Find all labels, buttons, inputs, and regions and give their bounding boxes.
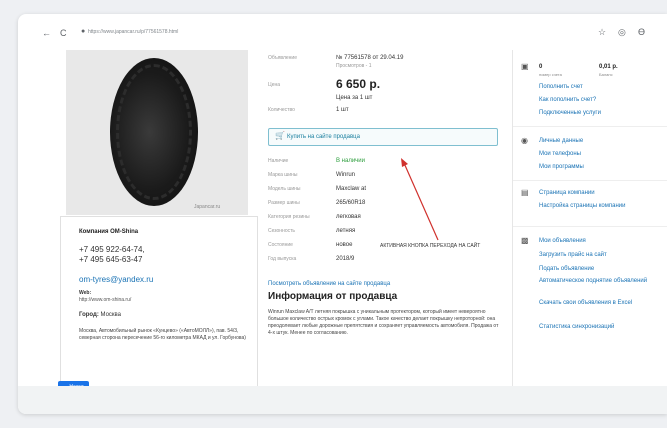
city-label: Город: [79,312,99,318]
sidebar-link[interactable]: Подключенные услуги [539,110,601,116]
field-value: летняя [336,228,356,234]
annotation-text: АКТИВНАЯ КНОПКА ПЕРЕХОДА НА САЙТ [380,243,481,249]
balance-label: Баланс [599,72,613,77]
seller-info-title: Информация от продавца [268,291,398,302]
field-label: Категория резины [268,214,310,220]
price-label: Цена [268,82,281,88]
field-label: Размер шины [268,200,300,206]
account-sidebar: ▣ 0 номер счета 0,01 р. Баланс Пополнить… [512,50,667,386]
account-number: 0 [539,64,543,70]
field-value: новое [336,242,353,248]
field-label: Модель шины [268,186,301,192]
web-label: Web: [79,290,92,296]
field-value: 2018/9 [336,256,355,262]
sidebar-link[interactable]: Пополнить счет [539,84,583,90]
city-value: Москва [100,312,121,318]
back-icon[interactable]: ← [42,28,51,38]
field-value: 265/60R18 [336,200,366,206]
view-on-seller-site-link[interactable]: Посмотреть объявление на сайте продавца [268,281,390,287]
field-value: В наличии [336,158,366,164]
seller-info-text: Winrun Maxclaw A/T летняя покрышка с уни… [268,309,499,336]
company-address: Москва, Автомобильный рынок «Кунцево» («… [79,328,246,341]
product-photo[interactable]: Japancar.ru [66,50,248,215]
field-value: Maxclaw at [336,186,367,192]
price-value: 6 650 р. [336,77,381,91]
listing-number: № 77561578 от 29.04.19 [336,55,404,61]
sidebar-link[interactable]: Загрузить прайс на сайт [539,252,607,258]
sidebar-link[interactable]: Мои программы [539,164,584,170]
star-icon[interactable]: ☆ [598,27,606,38]
field-label: Сезонность [268,228,295,234]
sidebar-link[interactable]: Подать объявление [539,266,594,272]
company-card: Компания OM-Shina +7 495 922-64-74, +7 4… [60,216,258,388]
account-number-label: номер счета [539,72,562,77]
sidebar-link[interactable]: Личные данные [539,138,583,144]
extension-icon[interactable]: ◎ [618,27,626,38]
sidebar-link[interactable]: Скачать свои объявления в Excel [539,300,649,307]
sidebar-link[interactable]: Мои телефоны [539,151,581,157]
phone-1[interactable]: +7 495 922-64-74, [79,245,145,254]
photo-watermark: Japancar.ru [194,204,221,210]
phone-2[interactable]: +7 495 645-63-47 [79,255,142,264]
page-content: Japancar.ru Компания OM-Shina +7 495 922… [18,50,667,393]
sidebar-link[interactable]: Мои объявления [539,238,586,244]
browser-toolbar: ← C ● https://www.japancar.ru/p/77561578… [18,14,667,50]
company-page-icon: ▤ [521,188,529,197]
tire-tread [116,64,192,200]
price-note: Цена за 1 шт [336,95,373,101]
profile-icon[interactable]: ϴ [638,27,645,37]
sidebar-link[interactable]: Страница компании [539,190,595,196]
browser-window: ← C ● https://www.japancar.ru/p/77561578… [18,14,667,414]
city-line: Город: Москва [79,312,121,318]
field-label: Год выпуска [268,256,297,262]
sidebar-link[interactable]: Как пополнить счет? [539,97,596,103]
company-email[interactable]: om-tyres@yandex.ru [79,275,153,284]
field-value: легковая [336,214,361,220]
buy-button-label: Купить на сайте продавца [287,134,360,140]
company-title: Компания OM-Shina [79,229,139,235]
ads-icon: ▩ [521,236,529,245]
address-bar[interactable]: https://www.japancar.ru/p/77561578.html [88,29,178,35]
field-value: Winrun [336,172,356,178]
sidebar-link[interactable]: Статистика синхронизаций [539,324,649,331]
cart-icon: 🛒 [275,131,285,140]
web-link[interactable]: http://www.om-shina.ru/ [79,297,131,303]
balance-value: 0,01 р. [599,64,618,70]
views-count: Просмотров - 1 [336,63,372,69]
listing-label: Объявление [268,55,297,61]
sidebar-link[interactable]: Настройка страницы компании [539,203,659,210]
sidebar-divider [513,226,667,227]
window-bottom-area [18,386,667,414]
sidebar-divider [513,126,667,127]
qty-label: Количество [268,107,295,113]
field-label: Наличие [268,158,289,164]
wallet-icon: ▣ [521,62,529,71]
lock-icon: ● [81,28,86,35]
field-label: Марка шины [268,172,298,178]
qty-value: 1 шт [336,107,349,113]
buy-on-seller-site-button[interactable]: 🛒 Купить на сайте продавца [268,128,498,146]
tire-image [110,58,198,206]
annotation-arrow [401,158,439,241]
sidebar-divider [513,180,667,181]
user-icon: ◉ [521,136,528,145]
reload-icon[interactable]: C [60,28,67,38]
field-label: Состояние [268,242,293,248]
sidebar-link[interactable]: Автоматическое поднятие объявлений [539,278,649,285]
